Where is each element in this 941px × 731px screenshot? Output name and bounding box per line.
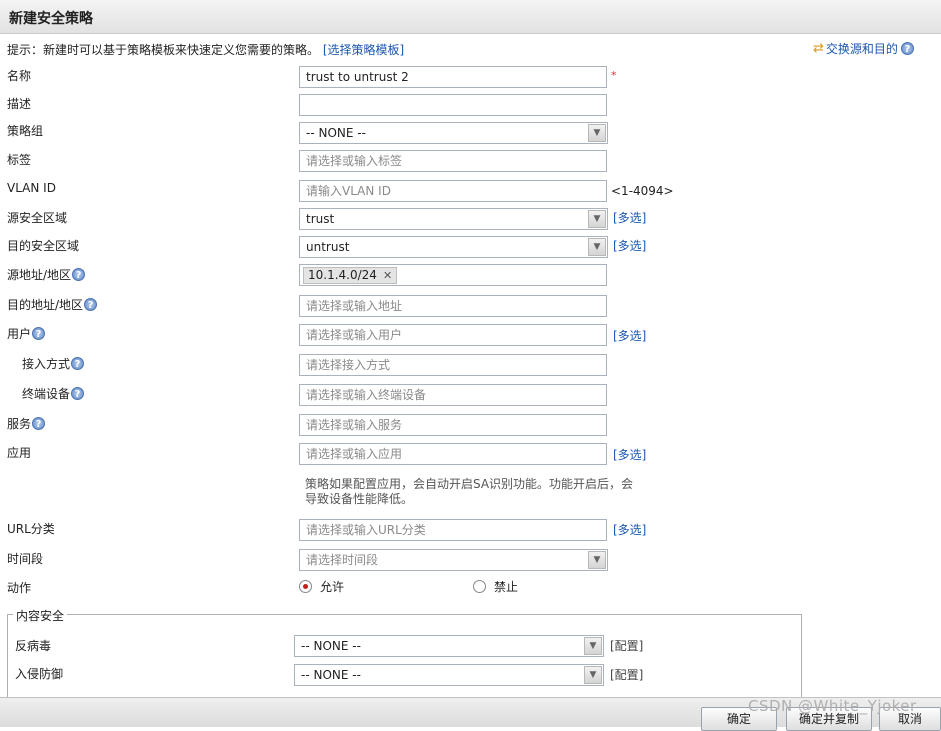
action-deny-radio[interactable]: 禁止 xyxy=(473,578,518,595)
dst-addr-input[interactable]: 请选择或输入地址 xyxy=(299,295,607,317)
terminal-label: 终端设备 ? xyxy=(22,385,85,402)
name-input[interactable]: trust to untrust 2 xyxy=(299,66,607,88)
policy-group-value: -- NONE -- xyxy=(306,126,366,140)
vlan-label: VLAN ID xyxy=(7,181,56,195)
application-note: 策略如果配置应用，会自动开启SA识别功能。功能开启后，会导致设备性能降低。 xyxy=(305,477,634,506)
url-multi-link[interactable]: [多选] xyxy=(613,521,646,538)
action-label: 动作 xyxy=(7,581,32,595)
ips-config-link[interactable]: [配置] xyxy=(610,666,643,683)
dst-zone-label: 目的安全区域 xyxy=(7,239,80,253)
help-icon[interactable]: ? xyxy=(71,387,85,400)
radio-unselected-icon[interactable] xyxy=(473,580,486,593)
hint-message: 提示：新建时可以基于策略模板来快速定义您需要的策略。 xyxy=(7,43,320,57)
service-label: 服务 ? xyxy=(7,415,46,432)
src-zone-value: trust xyxy=(306,212,335,226)
chevron-down-icon[interactable]: ▼ xyxy=(584,637,602,655)
dst-zone-select[interactable]: untrust ▼ xyxy=(299,236,608,258)
dialog-titlebar: 新建安全策略 xyxy=(0,0,941,34)
help-icon[interactable]: ? xyxy=(32,417,46,430)
dialog-title: 新建安全策略 xyxy=(9,11,93,27)
application-label: 应用 xyxy=(7,446,32,460)
antivirus-config-link[interactable]: [配置] xyxy=(610,637,643,654)
schedule-label: 时间段 xyxy=(7,552,44,566)
description-input[interactable] xyxy=(299,94,607,116)
help-icon[interactable]: ? xyxy=(900,42,914,55)
src-zone-multi-link[interactable]: [多选] xyxy=(613,209,646,226)
name-label: 名称 xyxy=(7,69,32,83)
dst-zone-multi-link[interactable]: [多选] xyxy=(613,237,646,254)
url-input[interactable]: 请选择或输入URL分类 xyxy=(299,519,607,541)
antivirus-value: -- NONE -- xyxy=(301,639,361,653)
action-allow-label: 允许 xyxy=(320,580,345,594)
user-multi-link[interactable]: [多选] xyxy=(613,327,646,344)
chevron-down-icon[interactable]: ▼ xyxy=(588,238,606,256)
ips-select[interactable]: -- NONE -- ▼ xyxy=(294,664,604,686)
user-input[interactable]: 请选择或输入用户 xyxy=(299,324,607,346)
vlan-range: <1-4094> xyxy=(611,184,674,198)
service-input[interactable]: 请选择或输入服务 xyxy=(299,414,607,436)
radio-selected-icon[interactable] xyxy=(299,580,312,593)
src-addr-tag: 10.1.4.0/24 ✕ xyxy=(303,267,398,284)
schedule-value: 请选择时间段 xyxy=(306,553,379,567)
src-zone-label: 源安全区域 xyxy=(7,211,68,225)
src-addr-label-text: 源地址/地区 xyxy=(7,268,72,282)
terminal-label-text: 终端设备 xyxy=(22,387,71,401)
swap-label: 交换源和目的 xyxy=(825,42,898,56)
chevron-down-icon[interactable]: ▼ xyxy=(588,551,606,569)
swap-src-dst-button[interactable]: ⇄ 交换源和目的 ? xyxy=(813,40,914,57)
swap-icon: ⇄ xyxy=(813,41,824,56)
schedule-select[interactable]: 请选择时间段 ▼ xyxy=(299,549,608,571)
dst-addr-label-text: 目的地址/地区 xyxy=(7,298,84,312)
action-allow-radio[interactable]: 允许 xyxy=(299,578,344,595)
policy-group-label: 策略组 xyxy=(7,124,44,138)
help-icon[interactable]: ? xyxy=(32,327,46,340)
chevron-down-icon[interactable]: ▼ xyxy=(588,124,606,142)
tag-input[interactable]: 请选择或输入标签 xyxy=(299,150,607,172)
access-input[interactable]: 请选择接入方式 xyxy=(299,354,607,376)
access-label-text: 接入方式 xyxy=(22,357,71,371)
url-label: URL分类 xyxy=(7,522,55,536)
vlan-input[interactable]: 请输入VLAN ID xyxy=(299,180,607,202)
chevron-down-icon[interactable]: ▼ xyxy=(584,666,602,684)
help-icon[interactable]: ? xyxy=(71,357,85,370)
dst-zone-value: untrust xyxy=(306,240,350,254)
ips-label: 入侵防御 xyxy=(15,667,64,681)
dst-addr-label: 目的地址/地区 ? xyxy=(7,296,98,313)
content-security-group xyxy=(7,614,802,704)
src-addr-label: 源地址/地区 ? xyxy=(7,266,86,283)
application-multi-link[interactable]: [多选] xyxy=(613,446,646,463)
antivirus-select[interactable]: -- NONE -- ▼ xyxy=(294,635,604,657)
ips-value: -- NONE -- xyxy=(301,668,361,682)
watermark: CSDN @White_Yjoker xyxy=(748,697,917,715)
src-addr-tag-text: 10.1.4.0/24 xyxy=(308,268,377,282)
description-label: 描述 xyxy=(7,97,32,111)
access-label: 接入方式 ? xyxy=(22,355,85,372)
terminal-input[interactable]: 请选择或输入终端设备 xyxy=(299,384,607,406)
hint-text: 提示：新建时可以基于策略模板来快速定义您需要的策略。 [选择策略模板] xyxy=(7,41,404,58)
required-mark: * xyxy=(611,69,617,82)
help-icon[interactable]: ? xyxy=(84,298,98,311)
user-label: 用户 ? xyxy=(7,325,46,342)
chevron-down-icon[interactable]: ▼ xyxy=(588,210,606,228)
content-security-legend: 内容安全 xyxy=(13,607,68,624)
policy-group-select[interactable]: -- NONE -- ▼ xyxy=(299,122,608,144)
antivirus-label: 反病毒 xyxy=(15,639,52,653)
select-template-link[interactable]: [选择策略模板] xyxy=(323,43,404,57)
application-input[interactable]: 请选择或输入应用 xyxy=(299,443,607,465)
help-icon[interactable]: ? xyxy=(72,268,86,281)
user-label-text: 用户 xyxy=(7,327,32,341)
service-label-text: 服务 xyxy=(7,417,32,431)
src-zone-select[interactable]: trust ▼ xyxy=(299,208,608,230)
tag-label: 标签 xyxy=(7,153,32,167)
action-deny-label: 禁止 xyxy=(494,580,519,594)
remove-icon[interactable]: ✕ xyxy=(383,268,392,283)
